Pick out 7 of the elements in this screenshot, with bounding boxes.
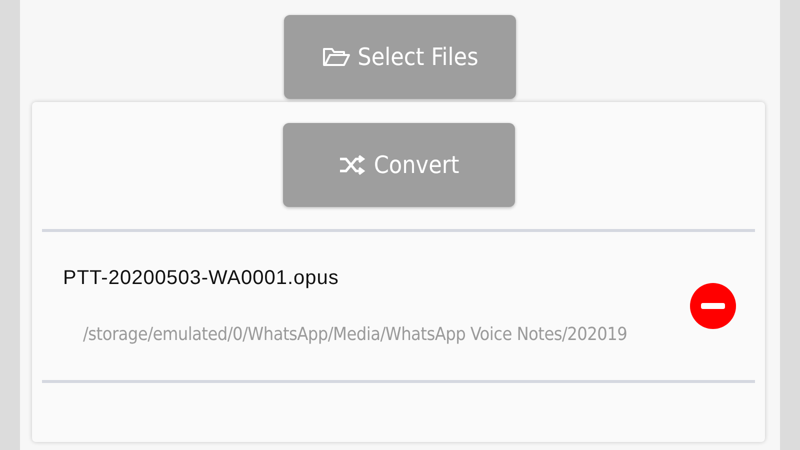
remove-icon[interactable]: [689, 282, 737, 330]
file-name: PTT-20200503-WA0001.opus: [63, 267, 340, 290]
file-path: /storage/emulated/0/WhatsApp/Media/WhatsApp Voice Notes/202019: [82, 324, 628, 345]
shuffle-icon: [338, 154, 366, 176]
select-files-button[interactable]: Select Files: [284, 15, 516, 99]
folder-icon: [322, 46, 350, 68]
convert-button[interactable]: Convert: [282, 123, 514, 207]
